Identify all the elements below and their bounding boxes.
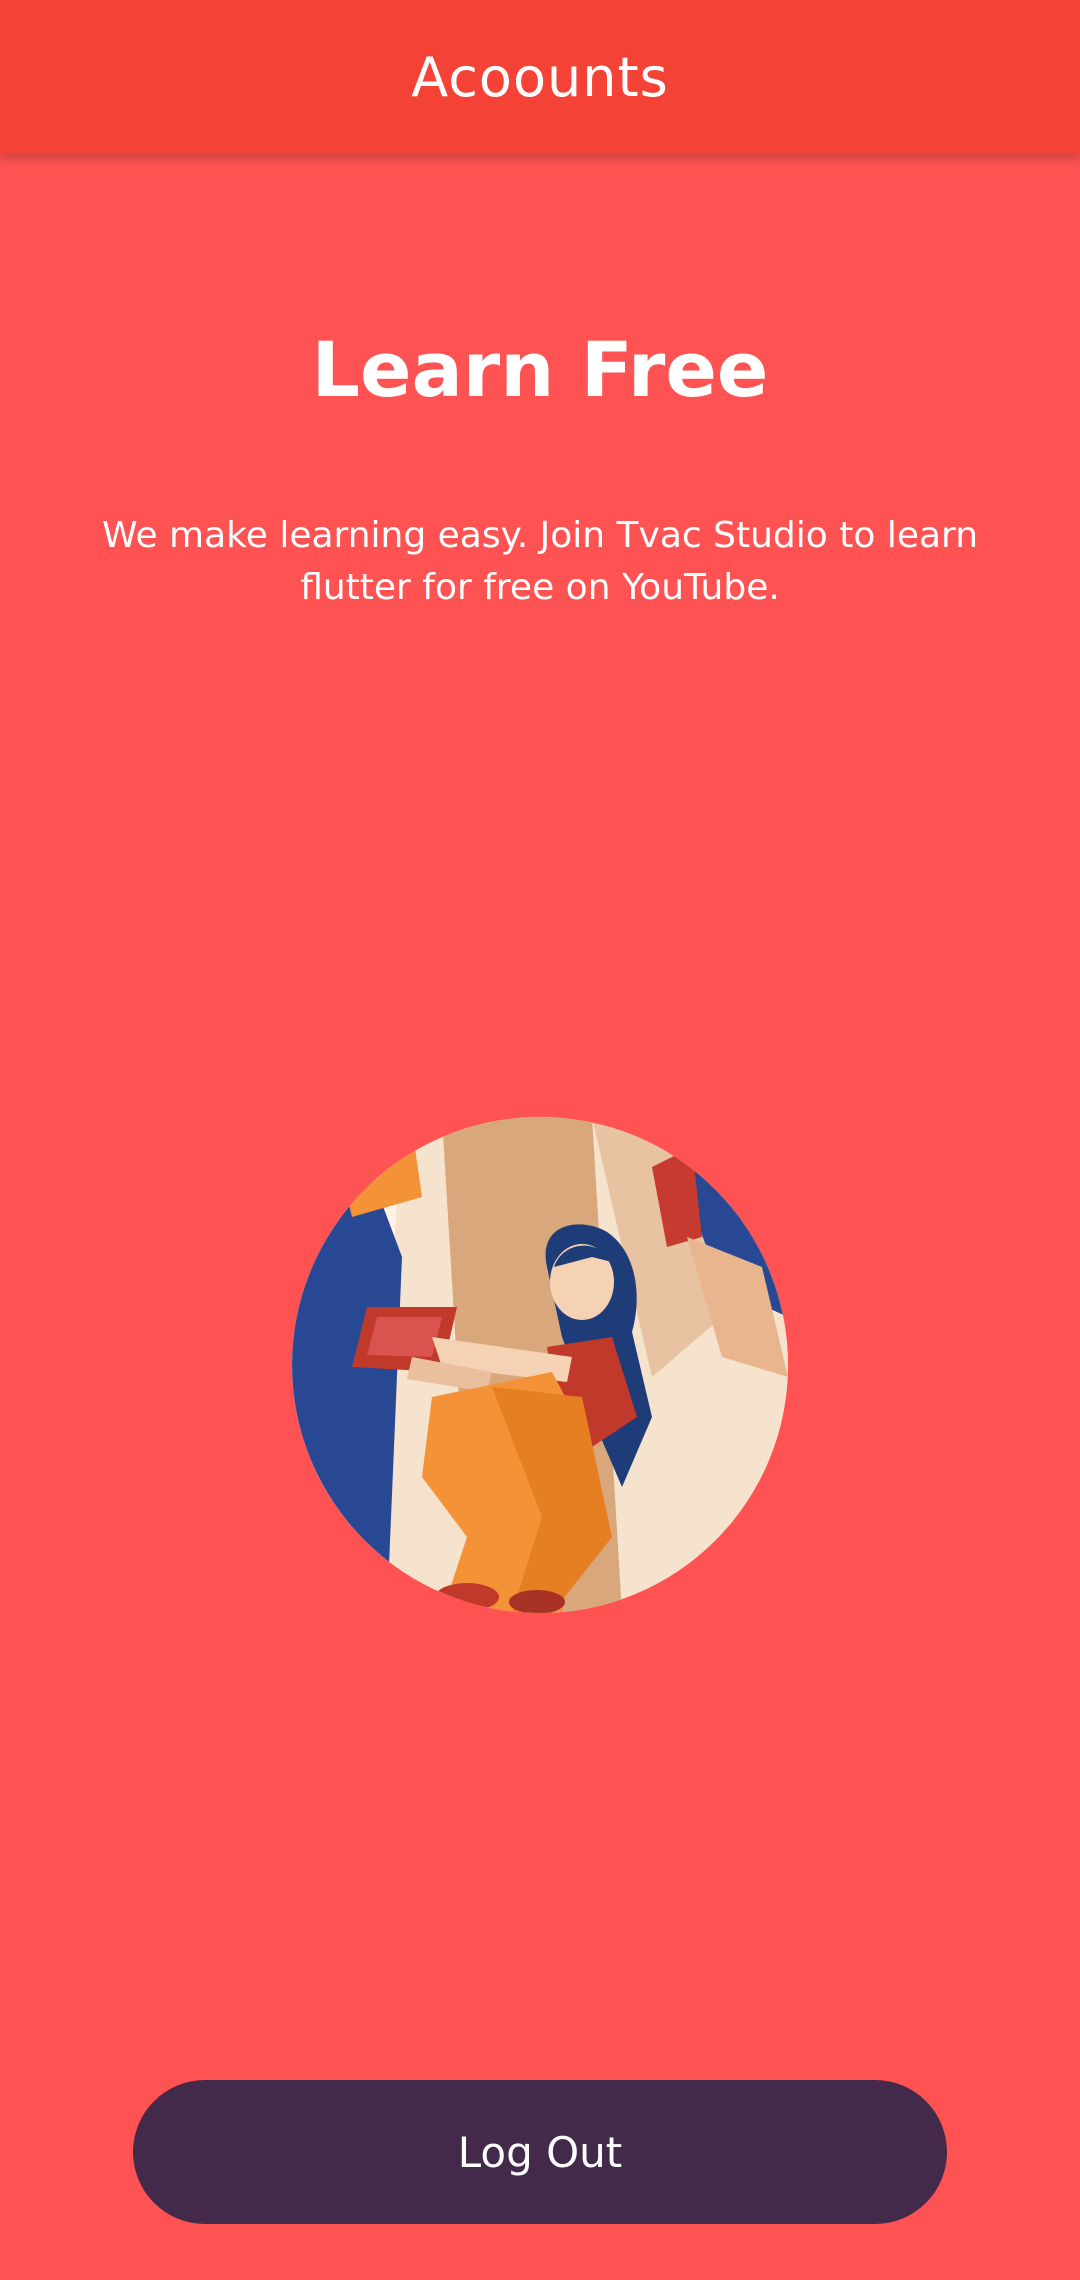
logout-button[interactable]: Log Out [133,2080,947,2224]
app-bar: Acoounts [0,0,1080,154]
logout-button-label: Log Out [457,2127,623,2177]
page-headline: Learn Free [311,325,769,414]
learning-illustration [292,1117,788,1613]
app-bar-title: Acoounts [411,45,669,109]
tagline-text: We make learning easy. Join Tvac Studio … [101,515,979,608]
